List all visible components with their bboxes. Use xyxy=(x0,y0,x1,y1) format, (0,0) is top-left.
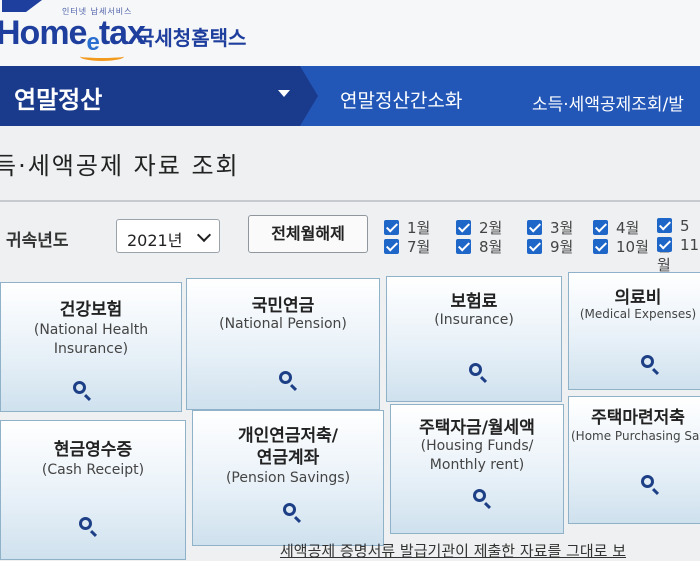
site-header: 인터넷 납세서비스 Homeetax 국세청홈택스 xyxy=(0,0,700,66)
search-icon[interactable] xyxy=(279,371,292,384)
divider xyxy=(0,200,700,202)
search-icon[interactable] xyxy=(79,517,92,530)
chevron-down-icon[interactable] xyxy=(278,90,290,97)
card-subtitle: (Housing Funds/ xyxy=(420,438,534,454)
month-checkbox-4[interactable]: 4월 xyxy=(593,217,640,237)
checkbox-checked-icon xyxy=(593,220,608,235)
card-subtitle: (Home Purchasing Sav xyxy=(571,429,700,443)
search-icon[interactable] xyxy=(469,363,482,376)
month-label: 7월 xyxy=(407,238,431,256)
checkbox-checked-icon xyxy=(384,239,399,254)
search-icon[interactable] xyxy=(641,475,654,488)
checkbox-checked-icon xyxy=(527,220,542,235)
cancel-all-months-button[interactable]: 전체월해제 xyxy=(248,215,368,253)
card-title: 주택마련저축 xyxy=(591,408,685,428)
card-housing-funds[interactable]: 주택자금/월세액 (Housing Funds/ Monthly rent) xyxy=(390,404,564,534)
card-title: 국민연금 xyxy=(251,296,315,316)
month-label: 2월 xyxy=(479,219,503,237)
logo-brand-fragment: Home xyxy=(0,14,87,52)
card-subtitle: (National Pension) xyxy=(219,316,347,332)
checkbox-checked-icon xyxy=(657,237,672,252)
logo-agency-name: 국세청홈택스 xyxy=(136,26,247,50)
month-checkbox-1[interactable]: 1월 xyxy=(384,217,431,237)
logo-mark xyxy=(2,0,42,12)
month-checkbox-9[interactable]: 9월 xyxy=(527,236,574,256)
card-home-purchasing-savings[interactable]: 주택마련저축 (Home Purchasing Sav xyxy=(568,396,700,524)
search-icon[interactable] xyxy=(283,503,296,516)
card-pension-savings[interactable]: 개인연금저축/ 연금계좌 (Pension Savings) xyxy=(192,410,384,546)
month-label: 4월 xyxy=(616,219,640,237)
card-subtitle: Monthly rent) xyxy=(429,457,525,473)
card-title: 현금영수증 xyxy=(53,440,133,460)
card-national-pension[interactable]: 국민연금 (National Pension) xyxy=(186,278,380,410)
chevron-down-icon xyxy=(196,227,212,243)
month-checkbox-5[interactable]: 5월 xyxy=(657,217,700,255)
card-subtitle: (Medical Expenses) xyxy=(579,307,697,321)
month-checkbox-2[interactable]: 2월 xyxy=(456,217,503,237)
month-label: 8월 xyxy=(479,238,503,256)
card-medical-expenses[interactable]: 의료비 (Medical Expenses) xyxy=(568,272,700,390)
year-select[interactable]: 2021년 xyxy=(116,219,220,253)
month-checkbox-7[interactable]: 7월 xyxy=(384,236,431,256)
card-title: 건강보험 xyxy=(59,300,123,320)
month-label: 3월 xyxy=(550,219,574,237)
card-subtitle: (Insurance) xyxy=(434,312,514,328)
month-label: 1월 xyxy=(407,219,431,237)
card-subtitle: (Cash Receipt) xyxy=(41,462,145,478)
card-subtitle: Insurance) xyxy=(53,341,129,357)
checkbox-checked-icon xyxy=(456,220,471,235)
card-health-insurance[interactable]: 건강보험 (National Health Insurance) xyxy=(0,282,182,412)
search-icon[interactable] xyxy=(473,489,486,502)
search-icon[interactable] xyxy=(641,355,654,368)
checkbox-checked-icon xyxy=(527,239,542,254)
card-title: 보험료 xyxy=(450,292,498,312)
year-label: 귀속년도 xyxy=(6,231,69,251)
card-title-line2: 연금계좌 xyxy=(256,448,320,468)
card-subtitle: (National Health xyxy=(33,322,149,338)
footnote-text: 세액공제 증명서류 발급기관이 제출한 자료를 그대로 보 xyxy=(280,542,627,560)
nav-active-label: 연말정산 xyxy=(14,86,103,114)
month-checkbox-3[interactable]: 3월 xyxy=(527,217,574,237)
card-title: 개인연금저축/ xyxy=(237,426,339,446)
card-cash-receipt[interactable]: 현금영수증 (Cash Receipt) xyxy=(0,420,186,560)
month-checkbox-10[interactable]: 10월 xyxy=(593,236,649,256)
nav-item-simplified[interactable]: 연말정산간소화 xyxy=(340,86,462,113)
hometax-logo[interactable]: Homeetax xyxy=(0,14,146,56)
month-checkbox-11[interactable]: 11월 xyxy=(657,236,700,274)
checkbox-checked-icon xyxy=(657,218,672,233)
logo-swoosh xyxy=(80,52,124,61)
checkbox-checked-icon xyxy=(593,239,608,254)
card-subtitle: (Pension Savings) xyxy=(225,470,351,486)
checkbox-checked-icon xyxy=(456,239,471,254)
month-label: 10월 xyxy=(616,238,649,256)
checkbox-checked-icon xyxy=(384,220,399,235)
month-label: 9월 xyxy=(550,238,574,256)
month-checkbox-8[interactable]: 8월 xyxy=(456,236,503,256)
year-select-value: 2021년 xyxy=(127,231,183,250)
nav-active-menu[interactable]: 연말정산 xyxy=(0,66,318,126)
page-title: 득·세액공제 자료 조회 xyxy=(0,152,240,180)
card-insurance[interactable]: 보험료 (Insurance) xyxy=(386,276,562,402)
nav-item-deduction-inquiry[interactable]: 소득·세액공제조회/발 xyxy=(532,90,684,115)
card-title: 주택자금/월세액 xyxy=(419,418,535,438)
main-nav: 연말정산 연말정산간소화 소득·세액공제조회/발 xyxy=(0,66,700,126)
search-icon[interactable] xyxy=(73,381,86,394)
